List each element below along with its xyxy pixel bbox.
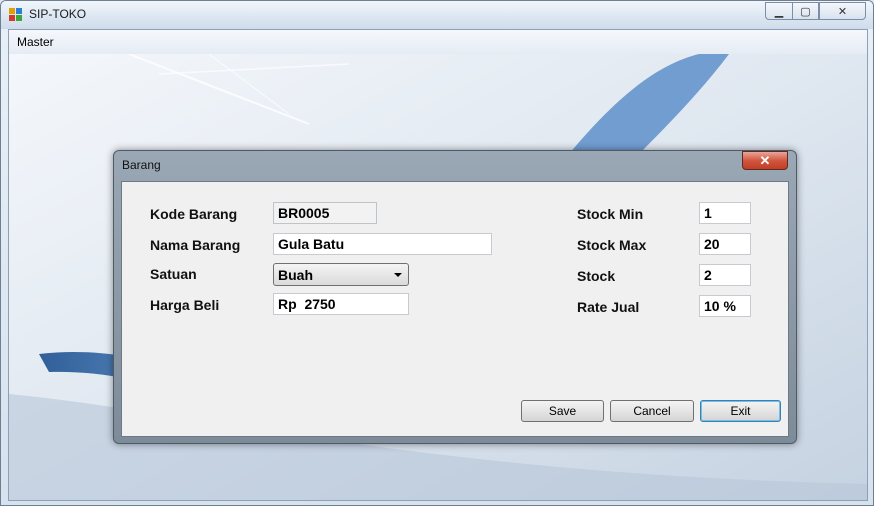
rate-jual-label: Rate Jual xyxy=(577,299,640,315)
minimize-button[interactable]: ▁ xyxy=(765,2,793,20)
chevron-down-icon xyxy=(394,273,402,277)
title-bar[interactable]: SIP-TOKO xyxy=(1,1,873,29)
satuan-label: Satuan xyxy=(150,266,197,282)
nama-barang-field[interactable]: Gula Batu xyxy=(273,233,492,255)
dialog-body: Kode Barang BR0005 Nama Barang Gula Batu… xyxy=(121,181,789,437)
cancel-button[interactable]: Cancel xyxy=(610,400,694,422)
kode-barang-field: BR0005 xyxy=(273,202,377,224)
rate-jual-field[interactable]: 10 % xyxy=(699,295,751,317)
stock-min-field[interactable]: 1 xyxy=(699,202,751,224)
close-icon: ✕ xyxy=(759,152,771,168)
stock-max-label: Stock Max xyxy=(577,237,647,253)
harga-beli-field[interactable]: Rp 2750 xyxy=(273,293,409,315)
nama-barang-label: Nama Barang xyxy=(150,237,241,253)
stock-min-label: Stock Min xyxy=(577,206,644,222)
save-button[interactable]: Save xyxy=(521,400,604,422)
menu-item-master[interactable]: Master xyxy=(17,35,54,49)
menu-bar: Master xyxy=(9,30,867,55)
maximize-button[interactable]: ▢ xyxy=(792,2,819,20)
app-icon xyxy=(9,8,23,22)
close-icon: ✕ xyxy=(837,5,848,18)
satuan-select[interactable]: Buah xyxy=(273,263,409,286)
barang-dialog: Barang ✕ Kode Barang BR0005 Nama Barang … xyxy=(113,150,797,444)
stock-label: Stock xyxy=(577,268,616,284)
stock-max-field[interactable]: 20 xyxy=(699,233,751,255)
exit-button[interactable]: Exit xyxy=(700,400,781,422)
dialog-title: Barang xyxy=(122,158,161,172)
stock-field[interactable]: 2 xyxy=(699,264,751,286)
harga-beli-label: Harga Beli xyxy=(150,297,220,313)
close-button[interactable]: ✕ xyxy=(819,2,866,20)
dialog-close-button[interactable]: ✕ xyxy=(742,151,788,170)
minimize-icon: ▁ xyxy=(774,5,784,18)
satuan-selected-value: Buah xyxy=(278,267,313,283)
window-title: SIP-TOKO xyxy=(29,7,87,21)
kode-barang-label: Kode Barang xyxy=(150,206,238,222)
maximize-icon: ▢ xyxy=(800,5,811,18)
